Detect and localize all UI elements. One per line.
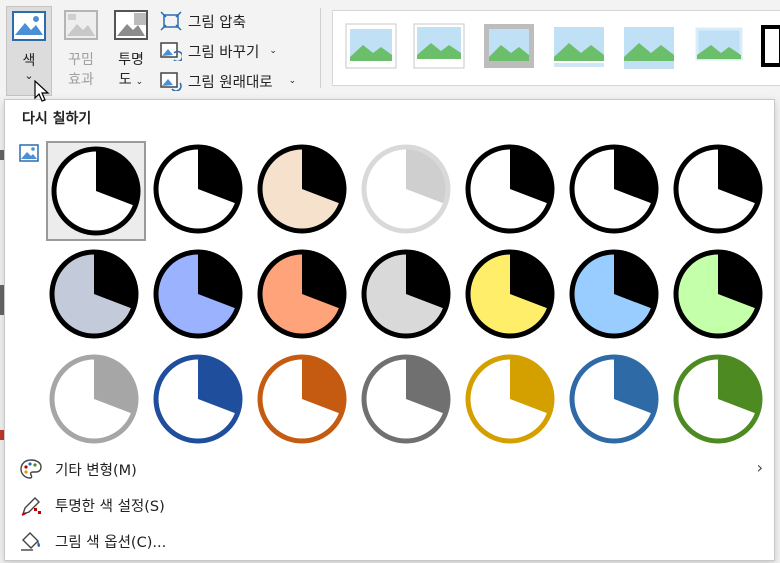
artistic-effects-label-2: 효과 xyxy=(68,72,94,88)
picture-style-thumb[interactable] xyxy=(345,23,397,69)
picture-icon xyxy=(19,144,39,162)
set-transparent-color-menu-item[interactable]: 투명한 색 설정(S) xyxy=(15,488,773,522)
chevron-down-icon: ⌄ xyxy=(288,76,297,86)
change-picture-icon xyxy=(160,42,182,61)
chevron-down-icon: ⌄ xyxy=(135,77,144,87)
ribbon-divider xyxy=(320,8,321,88)
more-variations-label: 기타 변형(M) xyxy=(55,462,137,479)
recolor-swatch[interactable] xyxy=(254,246,354,346)
recolor-swatch[interactable] xyxy=(150,246,250,346)
recolor-swatch[interactable] xyxy=(254,351,354,451)
picture-color-icon xyxy=(12,11,46,41)
color-button-label: 색 xyxy=(22,53,36,69)
recolor-preview-icon xyxy=(465,144,555,234)
recolor-preview-icon xyxy=(569,249,659,339)
picture-style-thumb[interactable] xyxy=(483,23,535,69)
recolor-swatch[interactable] xyxy=(670,351,770,451)
picture-style-thumb[interactable] xyxy=(693,23,745,69)
picture-style-thumb[interactable] xyxy=(413,23,465,69)
recolor-preview-icon xyxy=(153,354,243,444)
change-picture-label: 그림 바꾸기 xyxy=(188,44,260,61)
recolor-preview-icon xyxy=(257,354,347,444)
recolor-swatch[interactable] xyxy=(254,141,354,241)
reset-picture-icon xyxy=(160,72,182,91)
artistic-effects-label-1: 꾸밈 xyxy=(68,52,94,68)
picture-styles-gallery xyxy=(332,10,780,86)
recolor-preview-icon xyxy=(569,354,659,444)
recolor-preview-icon xyxy=(465,354,555,444)
recolor-swatch[interactable] xyxy=(358,246,458,346)
recolor-preview-icon xyxy=(361,144,451,234)
recolor-section-title: 다시 칠하기 xyxy=(22,111,92,127)
artistic-effects-button[interactable]: 꾸밈 효과 xyxy=(58,6,104,96)
transparency-label-2: 도 ⌄ xyxy=(118,72,144,88)
recolor-swatch[interactable] xyxy=(670,141,770,241)
recolor-swatch[interactable] xyxy=(462,351,562,451)
artistic-effects-icon xyxy=(64,10,98,40)
compress-pictures-icon xyxy=(160,11,182,31)
reset-picture-label: 그림 원래대로 xyxy=(188,74,273,91)
paint-bucket-icon xyxy=(21,532,41,551)
recolor-swatch[interactable] xyxy=(462,246,562,346)
picture-color-options-label: 그림 색 옵션(C)... xyxy=(55,534,167,551)
picture-style-thumb[interactable] xyxy=(759,23,780,69)
compress-pictures-label: 그림 압축 xyxy=(188,14,246,31)
chevron-down-icon: ⌄ xyxy=(269,46,277,56)
picture-style-thumb[interactable] xyxy=(553,23,605,69)
recolor-swatch[interactable] xyxy=(566,141,666,241)
picture-style-thumb[interactable] xyxy=(623,23,675,69)
chevron-right-icon: › xyxy=(756,458,763,477)
recolor-swatch[interactable] xyxy=(150,141,250,241)
recolor-preview-icon xyxy=(257,249,347,339)
recolor-swatch[interactable] xyxy=(358,351,458,451)
compress-pictures-button[interactable]: 그림 압축 xyxy=(160,10,246,32)
palette-icon xyxy=(20,459,42,479)
change-picture-button[interactable]: 그림 바꾸기 ⌄ xyxy=(160,40,277,62)
recolor-preview-icon xyxy=(673,354,763,444)
recolor-preview-icon xyxy=(257,144,347,234)
transparency-button[interactable]: 투명 도 ⌄ xyxy=(108,6,154,96)
recolor-swatch[interactable] xyxy=(462,141,562,241)
recolor-preview-icon xyxy=(49,249,139,339)
recolor-swatch[interactable] xyxy=(566,246,666,346)
recolor-preview-icon xyxy=(361,354,451,444)
transparency-label-1: 투명 xyxy=(118,52,144,68)
recolor-swatch[interactable] xyxy=(150,351,250,451)
recolor-preview-icon xyxy=(569,144,659,234)
recolor-swatch[interactable] xyxy=(566,351,666,451)
picture-format-ribbon: 색 ⌄ 꾸밈 효과 투명 도 ⌄ 그림 압축 그림 바꾸기 ⌄ 그림 원래대로 … xyxy=(0,0,780,100)
transparent-color-pen-icon xyxy=(21,497,41,516)
recolor-preview-icon xyxy=(153,249,243,339)
recolor-swatch[interactable] xyxy=(46,246,146,346)
recolor-swatch[interactable] xyxy=(46,351,146,451)
mouse-pointer-icon xyxy=(34,80,50,102)
recolor-preview-icon xyxy=(673,249,763,339)
recolor-swatch[interactable] xyxy=(46,141,146,241)
recolor-preview-icon xyxy=(49,354,139,444)
more-variations-menu-item[interactable]: 기타 변형(M) › xyxy=(15,452,773,486)
recolor-preview-icon xyxy=(361,249,451,339)
recolor-preview-icon xyxy=(51,146,141,236)
reset-picture-button[interactable]: 그림 원래대로 ⌄ xyxy=(160,70,296,92)
recolor-preview-icon xyxy=(153,144,243,234)
recolor-swatch[interactable] xyxy=(358,141,458,241)
picture-color-options-menu-item[interactable]: 그림 색 옵션(C)... xyxy=(15,524,773,558)
set-transparent-color-label: 투명한 색 설정(S) xyxy=(55,498,165,515)
recolor-swatch[interactable] xyxy=(670,246,770,346)
transparency-icon xyxy=(114,10,148,40)
recolor-dropdown: 다시 칠하기 기타 변형(M) › 투명한 색 설정(S) 그림 색 옵션(C)… xyxy=(4,99,775,561)
recolor-preview-icon xyxy=(673,144,763,234)
recolor-preview-icon xyxy=(465,249,555,339)
